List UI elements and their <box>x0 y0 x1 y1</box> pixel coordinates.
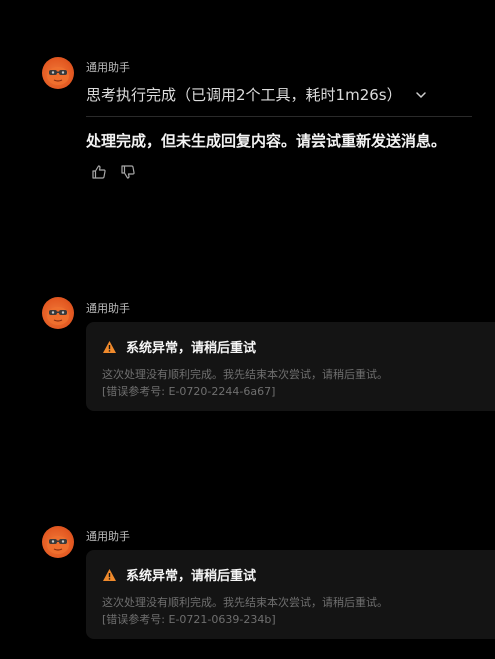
chevron-down-icon <box>415 91 426 98</box>
assistant-avatar <box>42 297 74 329</box>
error-description: 这次处理没有顺利完成。我先结束本次尝试，请稍后重试。 <box>102 596 388 609</box>
error-title-row: 系统异常，请稍后重试 <box>102 565 256 584</box>
answer-text: 处理完成，但未生成回复内容。请尝试重新发送消息。 <box>86 132 447 150</box>
assistant-avatar <box>42 526 74 558</box>
assistant-avatar <box>42 57 74 89</box>
assistant-message-3: 通用助手 系统异常，请稍后重试 这次处理没有顺利完成。我先结束本次尝试，请稍后重… <box>42 526 495 646</box>
avatar-face-icon <box>47 307 69 325</box>
assistant-message-1: 通用助手 思考执行完成（已调用2个工具，耗时1m26s） 处理完成，但未生成回复… <box>42 57 495 187</box>
sender-name: 通用助手 <box>86 61 130 74</box>
warning-icon <box>103 568 116 581</box>
divider <box>86 116 472 117</box>
avatar-face-icon <box>47 67 69 85</box>
thumbs-up-icon[interactable] <box>91 164 107 180</box>
error-card: 系统异常，请稍后重试 这次处理没有顺利完成。我先结束本次尝试，请稍后重试。 [错… <box>86 322 495 411</box>
assistant-message-2: 通用助手 系统异常，请稍后重试 这次处理没有顺利完成。我先结束本次尝试，请稍后重… <box>42 297 495 417</box>
error-reference-code: [错误参考号: E-0720-2244-6a67] <box>102 385 276 398</box>
error-card: 系统异常，请稍后重试 这次处理没有顺利完成。我先结束本次尝试，请稍后重试。 [错… <box>86 550 495 639</box>
error-reference-code: [错误参考号: E-0721-0639-234b] <box>102 613 276 626</box>
thought-summary-toggle[interactable]: 思考执行完成（已调用2个工具，耗时1m26s） <box>86 84 428 105</box>
thought-summary-text: 思考执行完成（已调用2个工具，耗时1m26s） <box>86 86 402 104</box>
warning-icon <box>103 340 116 353</box>
error-description: 这次处理没有顺利完成。我先结束本次尝试，请稍后重试。 <box>102 368 388 381</box>
error-title-row: 系统异常，请稍后重试 <box>102 337 256 356</box>
error-title: 系统异常，请稍后重试 <box>126 569 257 584</box>
thumbs-down-icon[interactable] <box>120 164 136 180</box>
sender-name: 通用助手 <box>86 302 130 315</box>
sender-name: 通用助手 <box>86 530 130 543</box>
avatar-face-icon <box>47 536 69 554</box>
error-title: 系统异常，请稍后重试 <box>126 341 257 356</box>
feedback-bar <box>91 164 136 180</box>
